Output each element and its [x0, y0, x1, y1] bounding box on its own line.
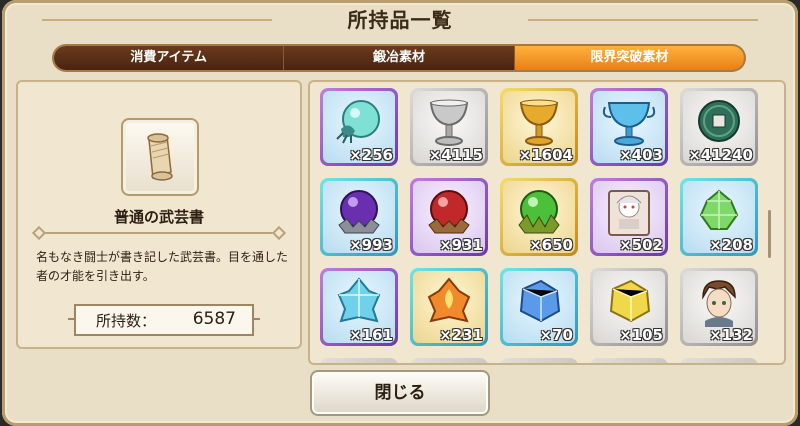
blue-crystal-goblet-icon [602, 101, 656, 146]
owned-count-value: 6587 [192, 309, 236, 329]
tab-smithing-materials[interactable]: 鍛冶素材 [284, 46, 515, 70]
scroll-icon [147, 133, 173, 181]
blue-crystal-icon [519, 279, 561, 322]
item-quantity: ×105 [619, 326, 663, 344]
green-orb-icon [518, 189, 560, 234]
selected-item-icon-frame [121, 118, 199, 196]
yellow-crystal-icon [609, 279, 651, 322]
category-tabs: 消費アイテム 鍛冶素材 限界突破素材 [54, 46, 744, 70]
hero-portrait-icon [702, 279, 736, 327]
item-cell[interactable]: ×4115 [410, 88, 488, 166]
item-quantity: ×132 [709, 326, 753, 344]
item-cell[interactable]: ×931 [410, 178, 488, 256]
jade-coin-icon [698, 99, 740, 142]
owned-count-label: 所持数： [96, 312, 157, 330]
green-crystal-icon [699, 189, 739, 230]
item-cell[interactable]: ×256 [320, 88, 398, 166]
tab-consumables[interactable]: 消費アイテム [54, 46, 285, 70]
window-title: 所持品一覧 [2, 0, 798, 40]
gold-goblet-icon [519, 99, 559, 146]
item-detail-panel: 普通の武芸書 名もなき闘士が書き記した武芸書。目を通した者の才能を引き出す。 所… [16, 80, 302, 349]
item-quantity: ×4115 [428, 146, 483, 164]
item-quantity: ×931 [439, 236, 483, 254]
item-quantity: ×161 [349, 326, 393, 344]
flame-crystal-icon [427, 277, 471, 323]
item-cell[interactable] [320, 358, 398, 363]
item-quantity: ×403 [619, 146, 663, 164]
item-quantity: ×502 [619, 236, 663, 254]
item-cell[interactable] [500, 358, 578, 363]
item-cell[interactable]: ×105 [590, 268, 668, 346]
silver-goblet-icon [429, 99, 469, 146]
grid-scrollbar[interactable] [768, 210, 771, 258]
ghost-orb-icon [336, 99, 380, 144]
item-quantity: ×650 [529, 236, 573, 254]
item-cell[interactable]: ×132 [680, 268, 758, 346]
item-cell[interactable]: ×403 [590, 88, 668, 166]
owned-count-box: 所持数： 6587 [68, 304, 260, 336]
close-button[interactable]: 閉じる [310, 370, 490, 416]
item-quantity: ×208 [709, 236, 753, 254]
item-quantity: ×70 [539, 326, 573, 344]
selected-item-description: 名もなき闘士が書き記した武芸書。目を通した者の才能を引き出す。 [36, 250, 289, 283]
red-orb-icon [428, 189, 470, 234]
purple-orb-icon [338, 189, 380, 234]
item-cell[interactable]: ×208 [680, 178, 758, 256]
item-cell[interactable]: ×70 [500, 268, 578, 346]
item-cell[interactable]: ×502 [590, 178, 668, 256]
item-cell[interactable]: ×231 [410, 268, 488, 346]
item-quantity: ×231 [439, 326, 483, 344]
item-cell[interactable]: ×41240 [680, 88, 758, 166]
item-cell[interactable] [590, 358, 668, 363]
item-cell[interactable] [410, 358, 488, 363]
character-card-icon [608, 189, 650, 236]
inventory-window: 所持品一覧 消費アイテム 鍛冶素材 限界突破素材 普通の武芸書 名もなき闘士が書… [2, 0, 798, 426]
item-quantity: ×256 [349, 146, 393, 164]
item-quantity: ×1604 [518, 146, 573, 164]
item-cell[interactable] [680, 358, 758, 363]
item-grid-panel[interactable]: ×256 ×4115 ×1604 ×403 ×41240 ×993 ×931 ×… [308, 80, 786, 365]
item-quantity: ×41240 [688, 146, 753, 164]
item-cell[interactable]: ×993 [320, 178, 398, 256]
tab-limit-break-materials[interactable]: 限界突破素材 [514, 46, 744, 70]
ice-crystal-icon [337, 277, 381, 323]
item-cell[interactable]: ×650 [500, 178, 578, 256]
item-cell[interactable]: ×161 [320, 268, 398, 346]
item-quantity: ×993 [349, 236, 393, 254]
divider [40, 232, 278, 234]
item-cell[interactable]: ×1604 [500, 88, 578, 166]
selected-item-name: 普通の武芸書 [113, 208, 204, 226]
